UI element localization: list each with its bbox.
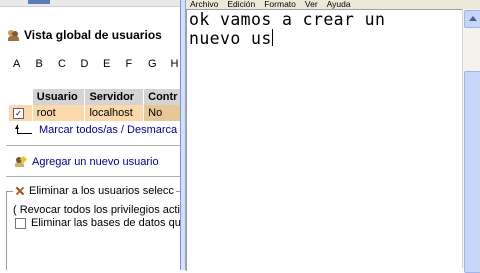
text-editor-area[interactable]: ok vamos a crear un nuevo us <box>186 9 462 271</box>
menu-edicion[interactable]: Edición <box>223 0 260 9</box>
drop-databases-option: Eliminar las bases de datos qu <box>15 217 181 229</box>
drop-databases-checkbox[interactable] <box>15 217 26 229</box>
top-link-fragment[interactable] <box>28 0 50 4</box>
letter-link-c[interactable]: C <box>58 58 81 70</box>
table-header-row: Usuario Servidor Contr <box>9 89 184 105</box>
add-user-row: Agregar un nuevo usuario <box>15 155 159 168</box>
users-icon <box>8 29 19 41</box>
add-user-icon <box>15 155 28 168</box>
divider <box>6 145 184 146</box>
letter-link-e[interactable]: E <box>103 58 126 70</box>
letter-link-a[interactable]: A <box>13 58 36 70</box>
mark-all-link[interactable]: Marcar todos/as / Desmarca <box>39 124 177 136</box>
alphabet-filter: A B C D E F G H <box>13 58 184 70</box>
phpmyadmin-pane: Vista global de usuarios A B C D E F G H… <box>0 0 184 270</box>
letter-link-b[interactable]: B <box>36 58 59 70</box>
editor-line-1: ok vamos a crear un <box>189 10 386 29</box>
scroll-up-button[interactable] <box>464 10 480 28</box>
vertical-scrollbar[interactable] <box>462 9 480 273</box>
column-header-servidor: Servidor <box>84 89 145 105</box>
users-table: Usuario Servidor Contr ✓ root localhost … <box>9 89 184 121</box>
cell-contr: No <box>143 105 184 121</box>
row-checkbox[interactable]: ✓ <box>13 108 24 119</box>
row-checkbox-cell: ✓ <box>9 105 33 121</box>
letter-link-g[interactable]: G <box>148 58 171 70</box>
scroll-thumb[interactable] <box>464 71 480 273</box>
page-title-row: Vista global de usuarios <box>8 28 162 42</box>
editor-line-2: nuevo us <box>189 29 272 48</box>
arrow-up-icon <box>469 16 477 21</box>
cell-servidor: localhost <box>84 105 145 121</box>
notepad-window: Archivo Edición Formato Ver Ayuda ok vam… <box>180 0 480 273</box>
page-title: Vista global de usuarios <box>24 28 162 42</box>
delete-user-icon <box>15 186 25 196</box>
delete-users-legend: Eliminar a los usuarios selecc <box>13 185 176 197</box>
menu-ayuda[interactable]: Ayuda <box>323 0 356 9</box>
return-arrow-icon <box>15 125 33 135</box>
divider <box>6 176 184 177</box>
cell-usuario: root <box>32 105 86 121</box>
letter-link-d[interactable]: D <box>81 58 104 70</box>
column-header-usuario: Usuario <box>32 89 86 105</box>
add-user-link[interactable]: Agregar un nuevo usuario <box>32 156 159 168</box>
menu-formato[interactable]: Formato <box>260 0 301 9</box>
top-strip <box>0 0 184 7</box>
letter-link-f[interactable]: F <box>126 58 149 70</box>
column-header-contr: Contr <box>143 89 184 105</box>
editor-line-2-wrap: nuevo us <box>189 29 273 48</box>
table-header-blank <box>9 89 33 105</box>
drop-databases-label: Eliminar las bases de datos qu <box>31 217 181 229</box>
delete-users-legend-text: Eliminar a los usuarios selecc <box>29 185 174 197</box>
menu-ver[interactable]: Ver <box>301 0 323 9</box>
mark-all-row: Marcar todos/as / Desmarca <box>15 124 177 136</box>
revoke-privileges-option[interactable]: ( Revocar todos los privilegios activ <box>13 204 184 216</box>
delete-users-fieldset <box>6 191 184 270</box>
menu-bar: Archivo Edición Formato Ver Ayuda <box>186 0 480 9</box>
table-row: ✓ root localhost No <box>9 105 184 121</box>
text-caret <box>271 29 273 46</box>
menu-archivo[interactable]: Archivo <box>186 0 223 9</box>
